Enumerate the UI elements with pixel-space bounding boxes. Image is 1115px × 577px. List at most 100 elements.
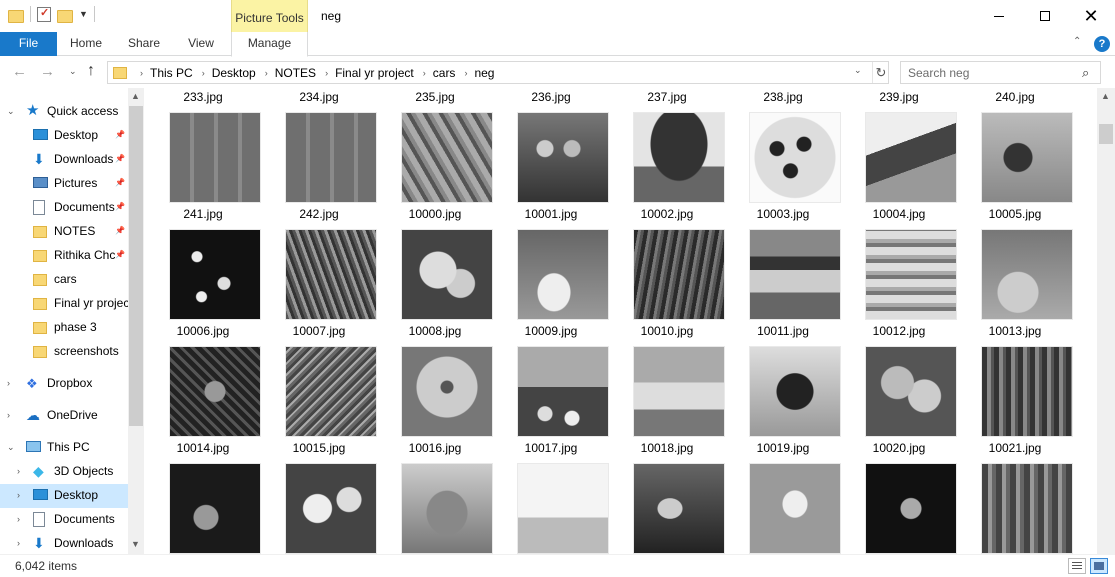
- file-name-label[interactable]: 10018.jpg: [609, 441, 725, 455]
- file-name-label[interactable]: 233.jpg: [145, 90, 261, 104]
- thumbnail-sandwich[interactable]: [865, 229, 957, 320]
- breadcrumb-cars[interactable]: cars: [433, 66, 456, 80]
- file-name-label[interactable]: 239.jpg: [841, 90, 957, 104]
- recent-locations-icon[interactable]: ⌄: [69, 66, 77, 77]
- sidebar-item-rithika-chc[interactable]: Rithika Chc 📌: [0, 244, 128, 268]
- scrollbar-thumb[interactable]: [1099, 124, 1113, 144]
- sidebar-item-desktop[interactable]: › Desktop: [0, 484, 128, 508]
- breadcrumb-notes[interactable]: NOTES: [275, 66, 316, 80]
- sidebar-item-documents[interactable]: › Documents: [0, 508, 128, 532]
- thumbnail-group[interactable]: [981, 463, 1073, 554]
- thumbnail-brick-wall[interactable]: [285, 112, 377, 203]
- customize-toolbar-icon[interactable]: ▼: [79, 9, 88, 19]
- file-name-label[interactable]: 237.jpg: [609, 90, 725, 104]
- thumbnail-leaves[interactable]: [865, 346, 957, 437]
- back-arrow-icon[interactable]: ←: [12, 63, 27, 80]
- new-folder-icon[interactable]: [57, 9, 73, 23]
- file-name-label[interactable]: 10009.jpg: [493, 324, 609, 338]
- thumbnail-flowers[interactable]: [401, 229, 493, 320]
- chevron-right-icon[interactable]: ›: [7, 404, 10, 426]
- expand-ribbon-icon[interactable]: ⌃: [1073, 36, 1081, 47]
- address-dropdown-icon[interactable]: ⌄: [854, 65, 862, 76]
- tab-view[interactable]: View: [173, 32, 229, 56]
- file-name-label[interactable]: 10014.jpg: [145, 441, 261, 455]
- file-name-label[interactable]: 10010.jpg: [609, 324, 725, 338]
- breadcrumb-final-yr-project[interactable]: Final yr project: [335, 66, 414, 80]
- thumbnail-kids-playing[interactable]: [517, 463, 609, 554]
- tab-home[interactable]: Home: [57, 32, 115, 56]
- file-name-label[interactable]: 238.jpg: [725, 90, 841, 104]
- search-input[interactable]: Search neg ⌕: [900, 61, 1101, 84]
- file-name-label[interactable]: 10012.jpg: [841, 324, 957, 338]
- file-name-label[interactable]: 240.jpg: [957, 90, 1073, 104]
- chevron-right-icon[interactable]: ›: [17, 532, 20, 554]
- thumbnail-crowd[interactable]: [981, 346, 1073, 437]
- file-name-label[interactable]: 10005.jpg: [957, 207, 1073, 221]
- help-icon[interactable]: ?: [1094, 36, 1110, 52]
- sidebar-item-notes[interactable]: NOTES 📌: [0, 220, 128, 244]
- file-name-label[interactable]: 235.jpg: [377, 90, 493, 104]
- sidebar-item-downloads[interactable]: ⬇ Downloads 📌: [0, 148, 128, 172]
- thumbnail-small-bird[interactable]: [401, 463, 493, 554]
- chevron-right-icon[interactable]: ›: [17, 460, 20, 482]
- breadcrumb-desktop[interactable]: Desktop: [212, 66, 256, 80]
- thumbnail-flying-bird[interactable]: [633, 463, 725, 554]
- thumbnail-pond[interactable]: [169, 346, 261, 437]
- chevron-right-icon[interactable]: ›: [193, 68, 212, 78]
- file-name-label[interactable]: 10020.jpg: [841, 441, 957, 455]
- scroll-up-icon[interactable]: ▲: [131, 91, 140, 101]
- file-name-label[interactable]: 10003.jpg: [725, 207, 841, 221]
- sidebar-item-pictures[interactable]: Pictures 📌: [0, 172, 128, 196]
- file-name-label[interactable]: 242.jpg: [261, 207, 377, 221]
- thumbnail-fruit-market[interactable]: [517, 346, 609, 437]
- file-name-label[interactable]: 10002.jpg: [609, 207, 725, 221]
- thumbnail-brick-wall[interactable]: [169, 112, 261, 203]
- maximize-button[interactable]: [1022, 0, 1068, 32]
- sidebar-item-final-yr-projec[interactable]: Final yr projec: [0, 292, 128, 316]
- breadcrumb-this-pc[interactable]: This PC: [150, 66, 193, 80]
- sidebar-item-documents[interactable]: Documents 📌: [0, 196, 128, 220]
- chevron-down-icon[interactable]: ⌄: [7, 436, 15, 458]
- sidebar-item-quick-access[interactable]: ⌄ ★ Quick access: [0, 100, 128, 124]
- chevron-right-icon[interactable]: ›: [414, 68, 433, 78]
- file-name-label[interactable]: 10013.jpg: [957, 324, 1073, 338]
- thumbnail-stage[interactable]: [865, 463, 957, 554]
- file-list-scrollbar[interactable]: ▲: [1097, 88, 1115, 554]
- thumbnail-burger[interactable]: [749, 229, 841, 320]
- tab-file[interactable]: File: [0, 32, 57, 56]
- scroll-up-icon[interactable]: ▲: [1101, 91, 1110, 101]
- sidebar-item-downloads[interactable]: › ⬇ Downloads: [0, 532, 128, 554]
- sidebar-item-screenshots[interactable]: screenshots: [0, 340, 128, 364]
- properties-icon[interactable]: [37, 6, 51, 22]
- thumbnail-baby[interactable]: [981, 229, 1073, 320]
- file-name-label[interactable]: 10019.jpg: [725, 441, 841, 455]
- chevron-right-icon[interactable]: ›: [7, 372, 10, 394]
- file-name-label[interactable]: 236.jpg: [493, 90, 609, 104]
- search-icon[interactable]: ⌕: [1082, 65, 1089, 81]
- scrollbar-thumb[interactable]: [129, 106, 143, 426]
- minimize-button[interactable]: [976, 0, 1022, 32]
- refresh-icon[interactable]: ↻: [872, 62, 889, 83]
- thumbnail-plants[interactable]: [285, 229, 377, 320]
- breadcrumb-neg[interactable]: neg: [474, 66, 494, 80]
- file-name-label[interactable]: 10004.jpg: [841, 207, 957, 221]
- thumbnail-fish[interactable]: [401, 112, 493, 203]
- tab-manage[interactable]: Manage: [231, 32, 308, 57]
- forward-arrow-icon[interactable]: →: [40, 63, 55, 80]
- file-name-label[interactable]: 10021.jpg: [957, 441, 1073, 455]
- tab-share[interactable]: Share: [115, 32, 173, 56]
- thumbnail-bird-flower[interactable]: [981, 112, 1073, 203]
- details-view-button[interactable]: [1068, 558, 1086, 574]
- thumbnail-fish-school[interactable]: [169, 229, 261, 320]
- file-name-label[interactable]: 234.jpg: [261, 90, 377, 104]
- sidebar-item-cars[interactable]: cars: [0, 268, 128, 292]
- sidebar-item-this-pc[interactable]: ⌄ This PC: [0, 436, 128, 460]
- file-name-label[interactable]: 10000.jpg: [377, 207, 493, 221]
- address-bar[interactable]: › This PC › Desktop › NOTES › Final yr p…: [107, 61, 889, 84]
- up-arrow-icon[interactable]: ↑: [87, 62, 95, 80]
- chevron-right-icon[interactable]: ›: [316, 68, 335, 78]
- file-name-label[interactable]: 10016.jpg: [377, 441, 493, 455]
- file-name-label[interactable]: 10006.jpg: [145, 324, 261, 338]
- thumbnail-hummingbird[interactable]: [749, 346, 841, 437]
- thumbnail-flower[interactable]: [401, 346, 493, 437]
